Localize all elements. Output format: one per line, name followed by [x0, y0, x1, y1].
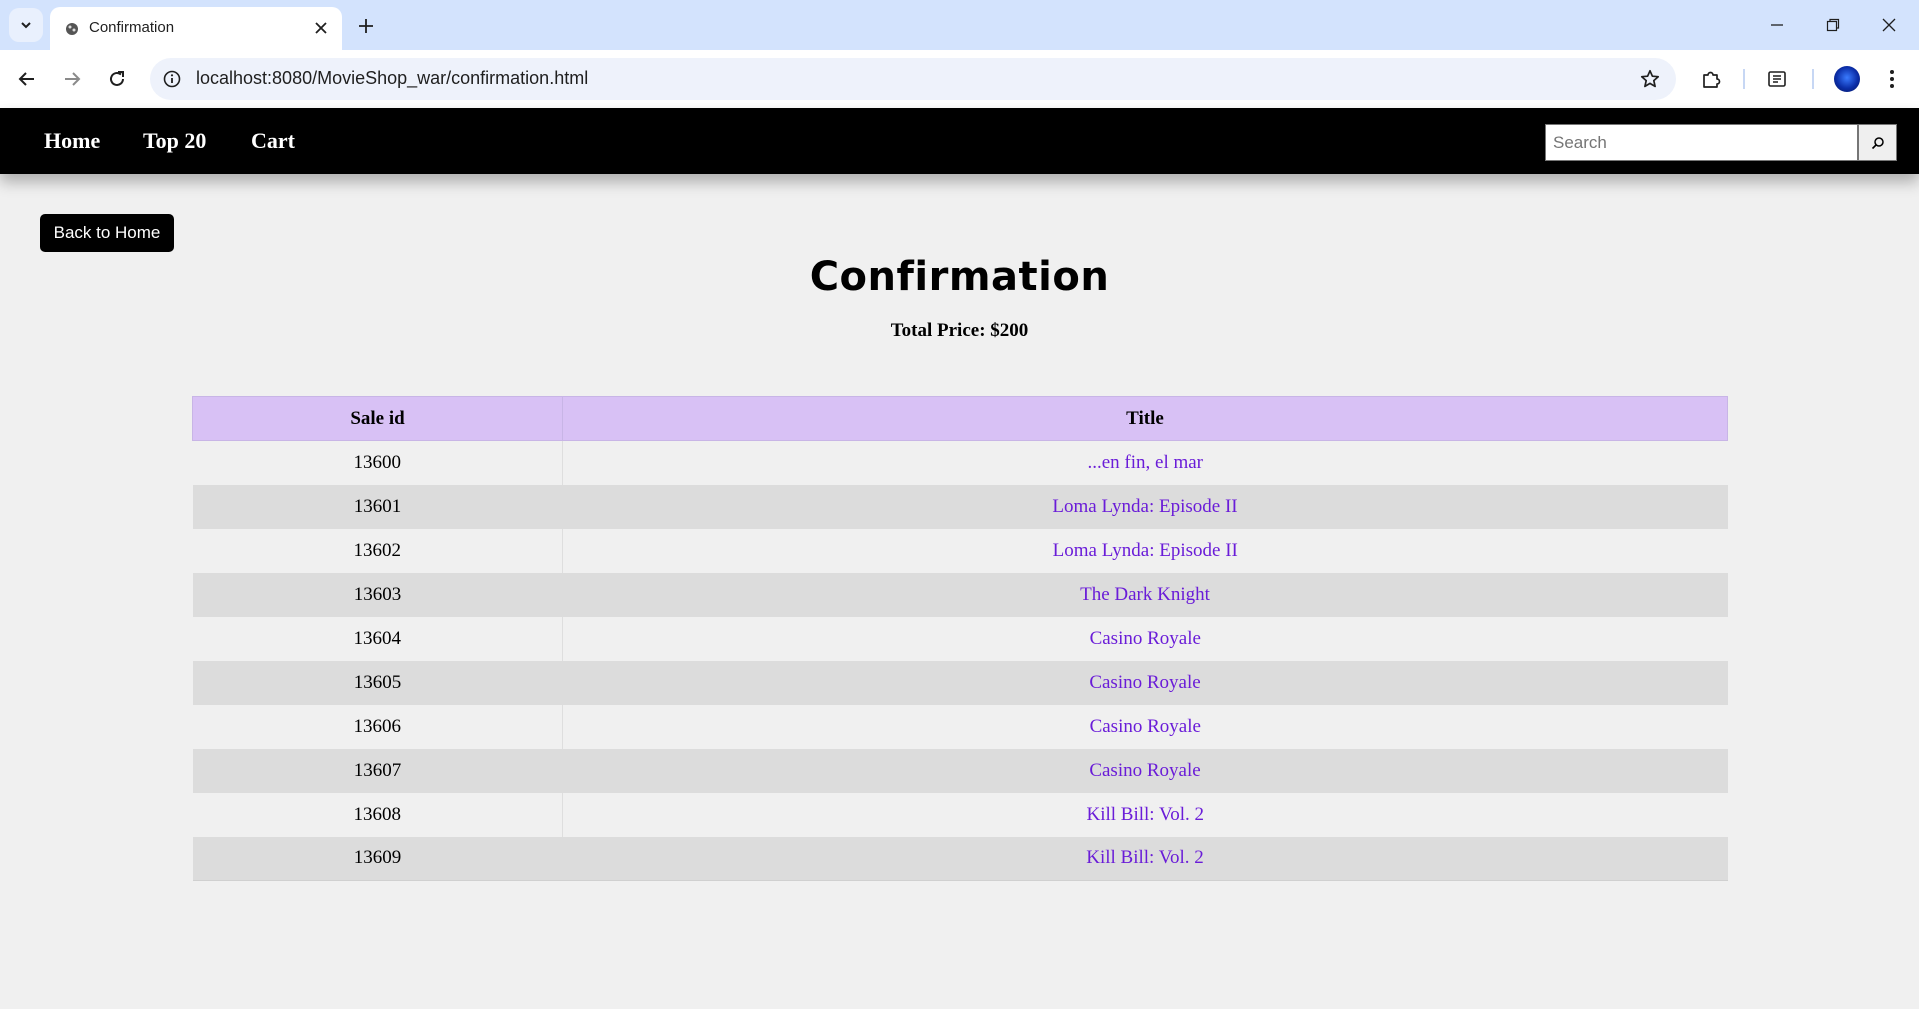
movie-title-link[interactable]: ...en fin, el mar — [1087, 452, 1203, 473]
address-bar[interactable]: localhost:8080/MovieShop_war/confirmatio… — [150, 58, 1676, 100]
reload-icon[interactable] — [101, 63, 133, 95]
table-row: 13601 Loma Lynda: Episode II — [192, 484, 1728, 529]
nav-top20-link[interactable]: Top 20 — [143, 128, 206, 154]
tab-title: Confirmation — [89, 19, 175, 36]
sale-id-cell: 13603 — [192, 572, 563, 617]
title-cell: ...en fin, el mar — [562, 440, 1728, 485]
table-row: 13608 Kill Bill: Vol. 2 — [192, 792, 1728, 837]
close-window-icon[interactable] — [1874, 10, 1904, 40]
movie-title-link[interactable]: Casino Royale — [1090, 716, 1201, 737]
table-row: 13602 Loma Lynda: Episode II — [192, 528, 1728, 573]
table-row: 13606 Casino Royale — [192, 704, 1728, 749]
bookmark-star-icon[interactable] — [1636, 65, 1664, 93]
movie-title-link[interactable]: Casino Royale — [1089, 760, 1200, 781]
tab-close-icon[interactable] — [312, 19, 330, 37]
tab-search-button[interactable] — [9, 8, 43, 42]
search-button[interactable] — [1858, 124, 1897, 161]
sale-id-cell: 13602 — [192, 528, 563, 573]
profile-avatar[interactable] — [1834, 66, 1860, 92]
title-cell: The Dark Knight — [562, 572, 1728, 617]
page-favicon-icon — [66, 23, 78, 35]
search-icon — [1871, 136, 1884, 149]
extensions-icon[interactable] — [1697, 64, 1727, 94]
sale-id-cell: 13604 — [192, 616, 563, 661]
more-menu-icon[interactable] — [1877, 64, 1907, 94]
minimize-icon[interactable] — [1762, 10, 1792, 40]
search-input[interactable] — [1545, 124, 1858, 161]
restore-icon[interactable] — [1818, 10, 1848, 40]
new-tab-icon[interactable] — [352, 12, 380, 40]
title-cell: Loma Lynda: Episode II — [562, 528, 1728, 573]
sale-id-cell: 13608 — [192, 792, 563, 837]
toolbar-separator — [1743, 69, 1745, 89]
url-text[interactable]: localhost:8080/MovieShop_war/confirmatio… — [196, 68, 588, 89]
title-cell: Kill Bill: Vol. 2 — [562, 792, 1728, 837]
back-arrow-icon[interactable] — [11, 63, 43, 95]
browser-tab[interactable]: Confirmation — [50, 7, 342, 50]
site-info-icon[interactable] — [160, 67, 184, 91]
browser-toolbar: localhost:8080/MovieShop_war/confirmatio… — [0, 50, 1919, 108]
table-row: 13607 Casino Royale — [192, 748, 1728, 793]
toolbar-separator — [1812, 69, 1814, 89]
movie-title-link[interactable]: Kill Bill: Vol. 2 — [1086, 847, 1204, 868]
nav-cart-link[interactable]: Cart — [251, 128, 295, 154]
reading-list-icon[interactable] — [1762, 64, 1792, 94]
sale-id-cell: 13606 — [192, 704, 563, 749]
movie-title-link[interactable]: Kill Bill: Vol. 2 — [1086, 804, 1204, 825]
page-title: Confirmation — [809, 254, 1110, 300]
browser-tabstrip: Confirmation — [0, 0, 1919, 50]
sales-table: Sale id Title 13600 ...en fin, el mar 13… — [192, 396, 1728, 881]
sale-id-cell: 13607 — [192, 748, 563, 793]
title-cell: Casino Royale — [562, 748, 1728, 793]
table-header-row: Sale id Title — [192, 396, 1728, 441]
title-cell: Kill Bill: Vol. 2 — [562, 836, 1728, 881]
chevron-down-icon — [21, 22, 31, 29]
title-cell: Casino Royale — [562, 660, 1728, 705]
total-price: Total Price: $200 — [890, 320, 1029, 341]
forward-arrow-icon[interactable] — [56, 63, 88, 95]
table-row: 13605 Casino Royale — [192, 660, 1728, 705]
movie-title-link[interactable]: The Dark Knight — [1080, 584, 1210, 605]
sale-id-cell: 13600 — [192, 440, 563, 485]
title-cell: Loma Lynda: Episode II — [562, 484, 1728, 529]
sale-id-cell: 13601 — [192, 484, 563, 529]
sale-id-header: Sale id — [192, 396, 563, 441]
title-cell: Casino Royale — [562, 616, 1728, 661]
movie-title-link[interactable]: Casino Royale — [1089, 672, 1200, 693]
movie-title-link[interactable]: Loma Lynda: Episode II — [1053, 540, 1238, 561]
table-row: 13604 Casino Royale — [192, 616, 1728, 661]
back-to-home-button[interactable]: Back to Home — [40, 214, 174, 252]
site-navbar: Home Top 20 Cart — [0, 108, 1919, 174]
table-row: 13600 ...en fin, el mar — [192, 440, 1728, 485]
table-row: 13609 Kill Bill: Vol. 2 — [192, 836, 1728, 881]
sale-id-cell: 13605 — [192, 660, 563, 705]
title-cell: Casino Royale — [562, 704, 1728, 749]
sale-id-cell: 13609 — [192, 836, 563, 881]
movie-title-link[interactable]: Casino Royale — [1090, 628, 1201, 649]
table-row: 13603 The Dark Knight — [192, 572, 1728, 617]
nav-home-link[interactable]: Home — [44, 128, 100, 154]
movie-title-link[interactable]: Loma Lynda: Episode II — [1052, 496, 1237, 517]
title-header: Title — [562, 396, 1728, 441]
